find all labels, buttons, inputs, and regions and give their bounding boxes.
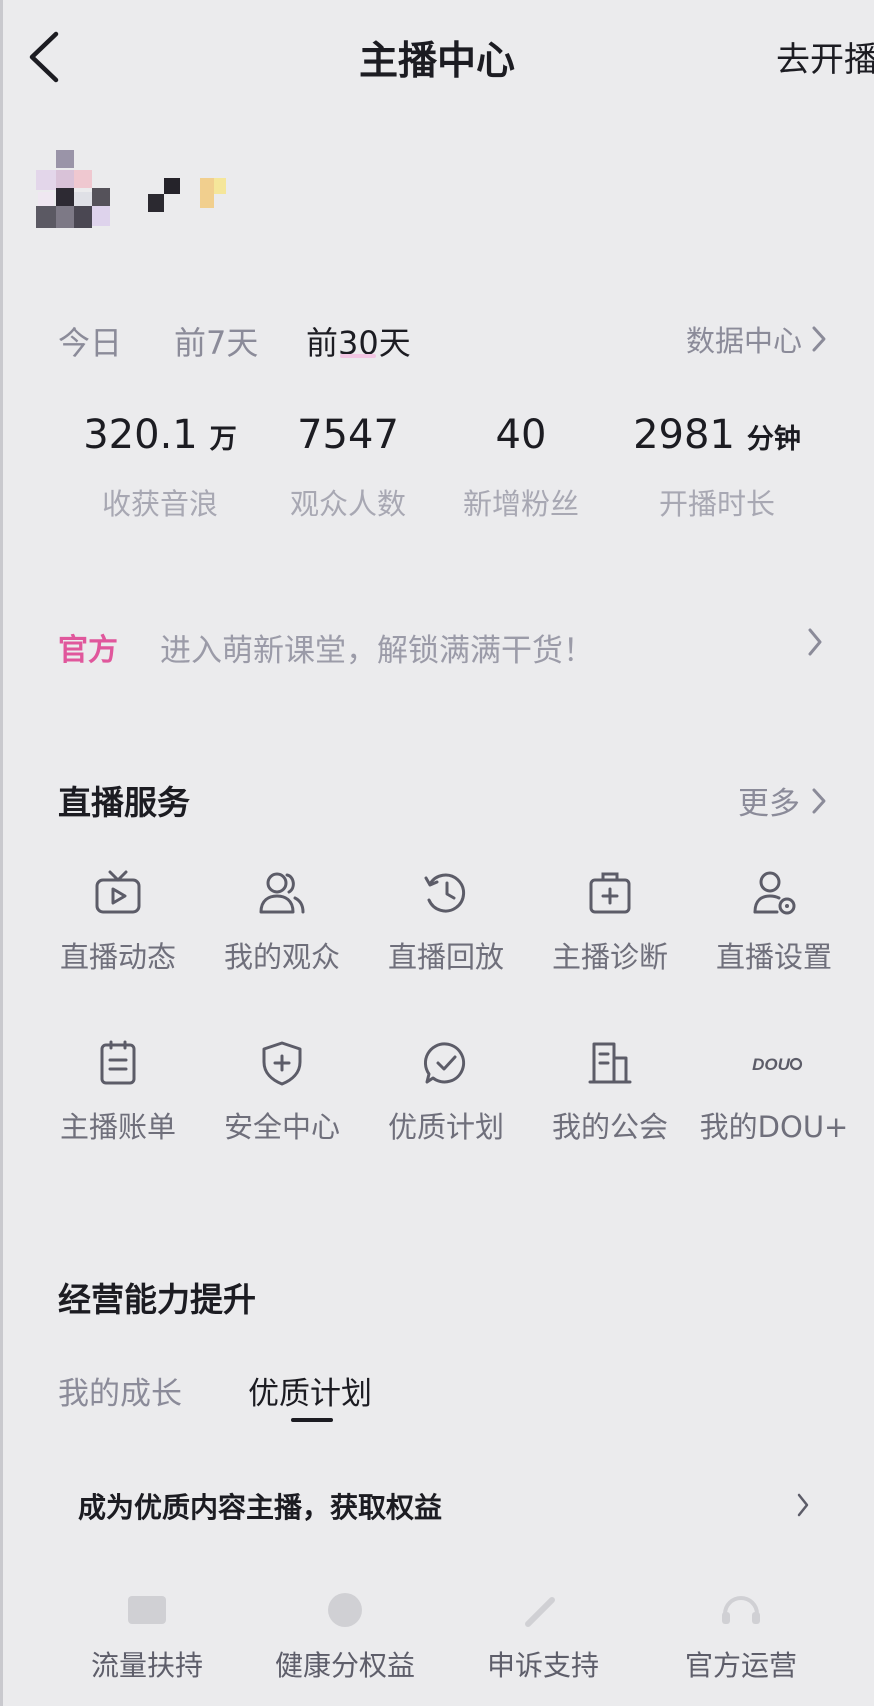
- headset-icon: [722, 1596, 760, 1624]
- service-label: 我的DOU+: [699, 1110, 849, 1144]
- tv-play-icon: [95, 870, 141, 914]
- bill-icon: [100, 1040, 136, 1085]
- stat-label: 新增粉丝: [462, 487, 579, 521]
- service-label: 优质计划: [387, 1110, 504, 1144]
- service-my-guild[interactable]: 我的公会: [528, 1040, 692, 1146]
- banner-text: 进入萌新课堂，解锁满满干货！: [160, 633, 594, 669]
- stat-live-duration[interactable]: 2981 分钟: [617, 412, 817, 458]
- chat-check-icon: [423, 1042, 466, 1084]
- users-icon: [259, 872, 305, 914]
- data-center-label: 数据中心: [685, 324, 802, 358]
- benefit-label: 官方运营: [684, 1649, 797, 1682]
- benefit-official-operation[interactable]: 官方运营: [636, 1590, 846, 1684]
- service-my-dou-plus[interactable]: DOU 我的DOU+: [692, 1040, 856, 1146]
- data-center-link[interactable]: 数据中心: [686, 318, 828, 360]
- service-streamer-bill[interactable]: 主播账单: [36, 1040, 200, 1146]
- active-tab-indicator: [291, 1418, 333, 1422]
- benefit-label: 流量扶持: [90, 1649, 203, 1682]
- stat-unit: 分钟: [746, 424, 801, 455]
- service-streamer-diagnosis[interactable]: 主播诊断: [528, 870, 692, 976]
- section-title-live-services: 直播服务: [58, 783, 190, 822]
- tab-quality-plan[interactable]: 优质计划: [248, 1368, 372, 1413]
- service-label: 直播设置: [715, 940, 832, 974]
- service-live-dynamics[interactable]: 直播动态: [36, 870, 200, 976]
- service-label: 我的观众: [223, 940, 340, 974]
- stat-value: 2981: [633, 412, 735, 458]
- service-live-settings[interactable]: 直播设置: [692, 870, 856, 976]
- appeal-icon: [525, 1597, 555, 1627]
- service-live-replay[interactable]: 直播回放: [364, 870, 528, 976]
- benefit-health-score[interactable]: 健康分权益: [240, 1590, 450, 1684]
- service-label: 主播诊断: [551, 940, 668, 974]
- stat-label: 观众人数: [289, 487, 406, 521]
- benefit-label: 健康分权益: [274, 1649, 415, 1682]
- service-label: 我的公会: [551, 1110, 668, 1144]
- quality-row-text: 成为优质内容主播，获取权益: [78, 1491, 443, 1524]
- page-title: 主播中心: [358, 39, 515, 84]
- tab-my-growth[interactable]: 我的成长: [58, 1368, 182, 1413]
- official-tag: 官方: [58, 633, 118, 668]
- benefit-label: 申诉支持: [486, 1649, 599, 1682]
- more-label: 更多: [738, 786, 800, 822]
- benefit-traffic-support[interactable]: 流量扶持: [42, 1590, 252, 1684]
- service-quality-plan[interactable]: 优质计划: [364, 1040, 528, 1146]
- service-security-center[interactable]: 安全中心: [200, 1040, 364, 1146]
- traffic-icon: [128, 1596, 166, 1624]
- stat-diamonds[interactable]: 320.1 万: [60, 412, 260, 458]
- more-link[interactable]: 更多: [738, 778, 828, 823]
- service-label: 直播动态: [59, 940, 176, 974]
- history-icon: [424, 873, 466, 913]
- user-settings-icon: [753, 871, 796, 915]
- shield-plus-icon: [262, 1041, 302, 1086]
- stat-label: 收获音浪: [101, 487, 218, 521]
- service-label: 主播账单: [59, 1110, 176, 1144]
- section-title-growth: 经营能力提升: [58, 1280, 256, 1319]
- stat-label: 开播时长: [658, 487, 775, 521]
- chevron-right-icon: [797, 1493, 809, 1517]
- stat-value: 40: [495, 412, 547, 458]
- tab-7-days[interactable]: 前7天: [174, 318, 258, 364]
- service-label: 直播回放: [387, 940, 504, 974]
- stat-unit: 万: [209, 424, 237, 455]
- screen-edge: [0, 0, 3, 1706]
- chevron-right-icon: [808, 628, 822, 656]
- benefit-appeal-support[interactable]: 申诉支持: [438, 1590, 648, 1684]
- stat-viewers[interactable]: 7547: [248, 412, 448, 458]
- stat-new-fans[interactable]: 40: [421, 412, 621, 458]
- active-tab-indicator: [340, 354, 376, 358]
- dou-icon-text: DOU: [752, 1055, 791, 1074]
- service-label: 安全中心: [223, 1110, 340, 1144]
- chevron-right-icon: [812, 326, 826, 352]
- tab-today[interactable]: 今日: [58, 318, 122, 364]
- health-score-icon: [328, 1593, 362, 1627]
- building-icon: [588, 1042, 632, 1084]
- dou-plus-icon: DOU: [752, 1055, 803, 1074]
- service-my-audience[interactable]: 我的观众: [200, 870, 364, 976]
- avatar[interactable]: [36, 150, 276, 250]
- medical-kit-icon: [589, 872, 631, 914]
- go-live-button[interactable]: 去开播: [776, 32, 874, 81]
- stat-value: 7547: [297, 412, 399, 458]
- chevron-right-icon: [812, 788, 826, 813]
- stat-value: 320.1: [83, 412, 198, 458]
